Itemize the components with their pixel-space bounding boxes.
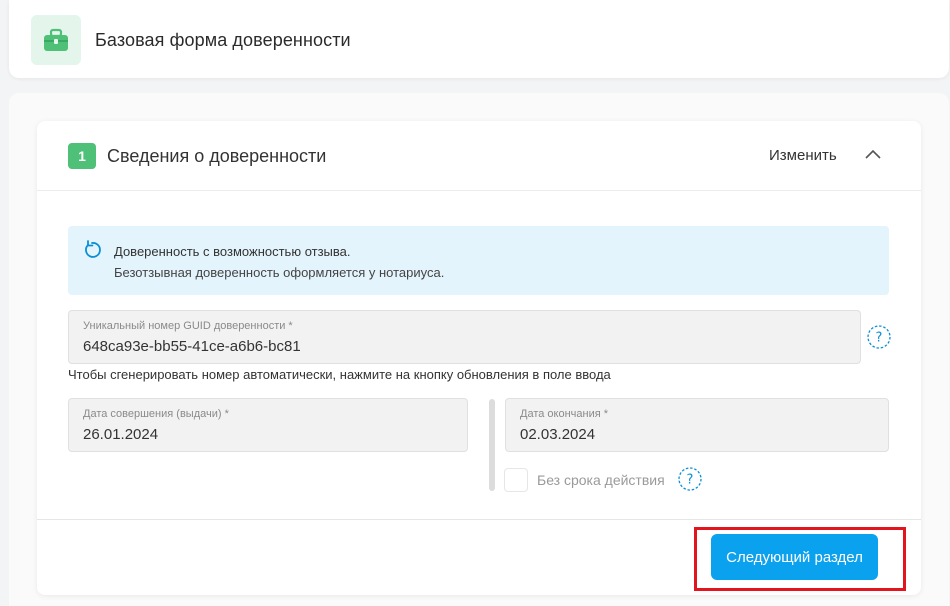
end-date-label: Дата окончания * (520, 408, 609, 420)
guid-field-label: Уникальный номер GUID доверенности * (83, 320, 293, 332)
issue-date-field[interactable]: Дата совершения (выдачи) * 26.01.2024 (68, 398, 468, 452)
issue-date-input[interactable]: 26.01.2024 (83, 426, 158, 443)
svg-text:?: ? (687, 473, 694, 488)
no-expiry-checkbox[interactable] (504, 468, 528, 492)
header-card: Базовая форма доверенности (9, 0, 949, 78)
section-header[interactable]: 1 Сведения о доверенности Изменить (37, 121, 921, 191)
svg-text:?: ? (876, 331, 883, 346)
briefcase-icon (31, 15, 81, 65)
guid-field[interactable]: Уникальный номер GUID доверенности * 648… (68, 310, 861, 364)
info-notice: Доверенность с возможностью отзыва. Безо… (68, 226, 889, 295)
column-divider (489, 399, 495, 491)
help-question-icon[interactable]: ? (678, 467, 702, 491)
info-text-notary: Безотзывная доверенность оформляется у н… (114, 265, 445, 280)
next-section-button[interactable]: Следующий раздел (711, 534, 878, 580)
section-title: Сведения о доверенности (107, 146, 327, 166)
issue-date-label: Дата совершения (выдачи) * (83, 408, 229, 420)
end-date-field[interactable]: Дата окончания * 02.03.2024 (505, 398, 889, 452)
refresh-icon (85, 240, 101, 258)
edit-section-link[interactable]: Изменить (769, 147, 837, 164)
no-expiry-label: Без срока действия (537, 472, 665, 488)
chevron-up-icon[interactable] (863, 145, 883, 165)
guid-hint: Чтобы сгенерировать номер автоматически,… (68, 367, 611, 382)
footer-divider (37, 519, 921, 520)
guid-input[interactable]: 648ca93e-bb55-41ce-a6b6-bc81 (83, 338, 301, 355)
section-number-badge: 1 (68, 143, 96, 169)
section-card: 1 Сведения о доверенности Изменить Довер… (37, 121, 921, 595)
page-title: Базовая форма доверенности (95, 30, 351, 50)
info-text-revocable: Доверенность с возможностью отзыва. (114, 244, 351, 259)
help-question-icon[interactable]: ? (867, 325, 891, 349)
end-date-input[interactable]: 02.03.2024 (520, 426, 595, 443)
